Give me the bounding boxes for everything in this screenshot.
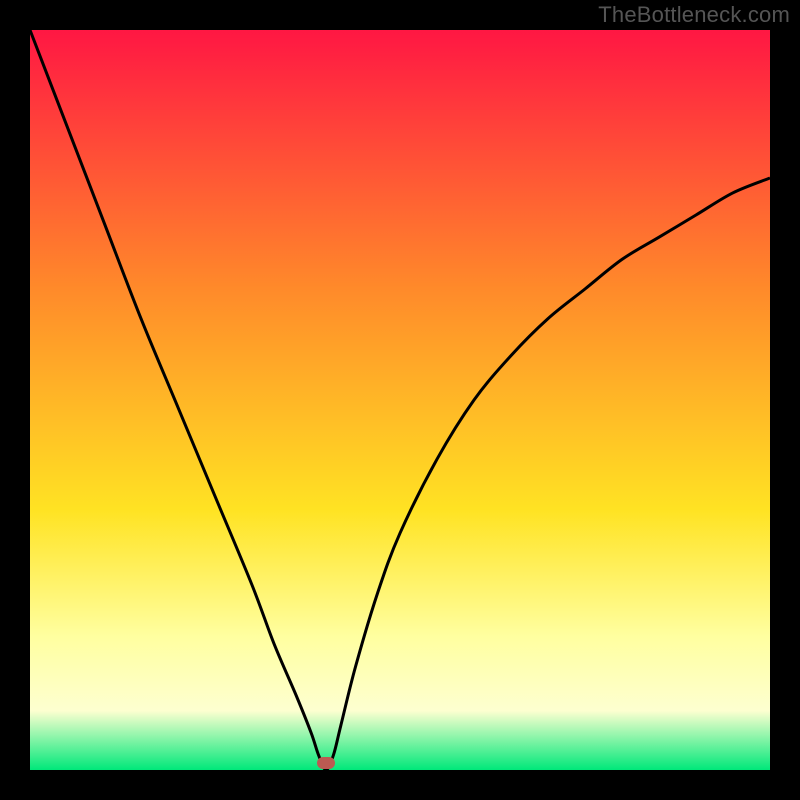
plot-area (30, 30, 770, 770)
optimal-point-marker (317, 757, 335, 769)
attribution-text: TheBottleneck.com (598, 2, 790, 28)
chart-outer-frame: TheBottleneck.com (0, 0, 800, 800)
curve-path (30, 30, 770, 770)
bottleneck-curve (30, 30, 770, 770)
